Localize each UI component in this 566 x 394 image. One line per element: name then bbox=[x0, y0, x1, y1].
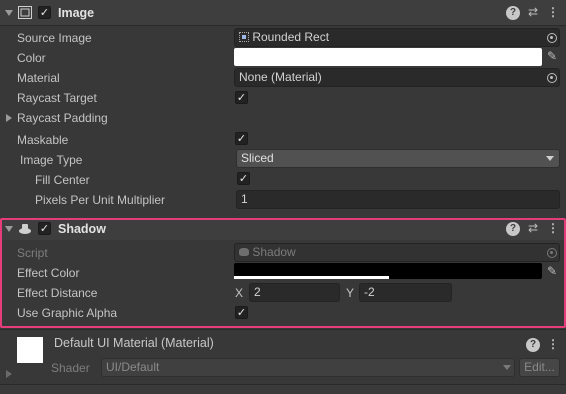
maskable-label: Maskable bbox=[17, 133, 69, 147]
color-swatch[interactable] bbox=[234, 48, 542, 66]
source-image-value: Rounded Rect bbox=[252, 30, 330, 44]
raycast-target-checkbox[interactable]: ✓ bbox=[235, 91, 248, 104]
color-label: Color bbox=[17, 51, 46, 65]
script-field: Shadow bbox=[234, 243, 560, 262]
image-foldout-arrow[interactable] bbox=[5, 10, 13, 16]
image-enabled-checkbox[interactable]: ✓ bbox=[38, 6, 51, 19]
effect-color-label: Effect Color bbox=[17, 266, 80, 280]
raycast-target-label: Raycast Target bbox=[17, 91, 97, 105]
material-label: Material bbox=[17, 71, 60, 85]
help-icon[interactable]: ? bbox=[506, 6, 520, 20]
use-graphic-alpha-label: Use Graphic Alpha bbox=[17, 306, 118, 320]
material-preview-thumbnail bbox=[17, 337, 43, 363]
material-help-icon[interactable]: ? bbox=[526, 338, 540, 352]
shadow-more-options-icon[interactable]: ⋮ bbox=[546, 221, 560, 235]
script-icon bbox=[239, 248, 249, 256]
shader-dropdown[interactable]: UI/Default bbox=[101, 358, 515, 377]
script-component-icon bbox=[19, 224, 31, 234]
script-label: Script bbox=[17, 246, 48, 260]
source-image-label: Source Image bbox=[17, 31, 92, 45]
raycast-padding-label[interactable]: Raycast Padding bbox=[17, 111, 108, 125]
material-foldout-arrow[interactable] bbox=[6, 370, 12, 378]
ppu-label: Pixels Per Unit Multiplier bbox=[35, 193, 166, 207]
effect-distance-label: Effect Distance bbox=[17, 286, 98, 300]
shader-value: UI/Default bbox=[106, 360, 160, 374]
ppu-input[interactable]: 1 bbox=[236, 190, 560, 209]
shader-label: Shader bbox=[51, 361, 90, 375]
image-type-label: Image Type bbox=[20, 153, 83, 167]
effect-distance-y-label[interactable]: Y bbox=[346, 286, 354, 300]
fill-center-checkbox[interactable]: ✓ bbox=[237, 172, 250, 185]
image-type-value: Sliced bbox=[241, 151, 274, 165]
effect-eyedropper-icon[interactable]: ✎ bbox=[545, 264, 559, 278]
material-title: Default UI Material (Material) bbox=[54, 336, 214, 350]
effect-distance-x-label[interactable]: X bbox=[235, 286, 243, 300]
material-more-options-icon[interactable]: ⋮ bbox=[546, 337, 560, 351]
sprite-icon bbox=[239, 32, 249, 42]
shadow-enabled-checkbox[interactable]: ✓ bbox=[38, 222, 51, 235]
edit-shader-button[interactable]: Edit... bbox=[519, 358, 560, 377]
image-type-dropdown[interactable]: Sliced bbox=[236, 149, 560, 168]
eyedropper-icon[interactable]: ✎ bbox=[545, 49, 559, 63]
material-field[interactable]: None (Material) bbox=[234, 68, 560, 87]
image-component-icon bbox=[18, 6, 32, 19]
shadow-foldout-arrow[interactable] bbox=[5, 226, 13, 232]
raycast-padding-foldout-arrow[interactable] bbox=[6, 114, 12, 122]
fill-center-label: Fill Center bbox=[35, 173, 90, 187]
maskable-checkbox[interactable]: ✓ bbox=[235, 132, 248, 145]
shadow-component-title: Shadow bbox=[58, 222, 106, 236]
use-graphic-alpha-checkbox[interactable]: ✓ bbox=[235, 306, 248, 319]
object-picker-icon[interactable] bbox=[547, 33, 557, 43]
shadow-help-icon[interactable]: ? bbox=[506, 222, 520, 236]
script-value: Shadow bbox=[252, 245, 296, 259]
shadow-presets-icon[interactable]: ⇄ bbox=[526, 221, 540, 235]
more-options-icon[interactable]: ⋮ bbox=[546, 5, 560, 19]
source-image-field[interactable]: Rounded Rect bbox=[234, 28, 560, 47]
effect-color-alpha-bar bbox=[234, 276, 389, 279]
material-picker-icon[interactable] bbox=[547, 73, 557, 83]
shader-chevron-down-icon bbox=[503, 365, 511, 370]
bottom-bar bbox=[0, 384, 566, 394]
script-picker-icon bbox=[547, 248, 557, 258]
effect-distance-x-input[interactable]: 2 bbox=[249, 283, 340, 302]
effect-distance-y-input[interactable]: -2 bbox=[359, 283, 452, 302]
image-component-title: Image bbox=[58, 6, 95, 20]
presets-icon[interactable]: ⇄ bbox=[526, 5, 540, 19]
chevron-down-icon bbox=[546, 156, 554, 161]
section-divider bbox=[0, 329, 566, 330]
